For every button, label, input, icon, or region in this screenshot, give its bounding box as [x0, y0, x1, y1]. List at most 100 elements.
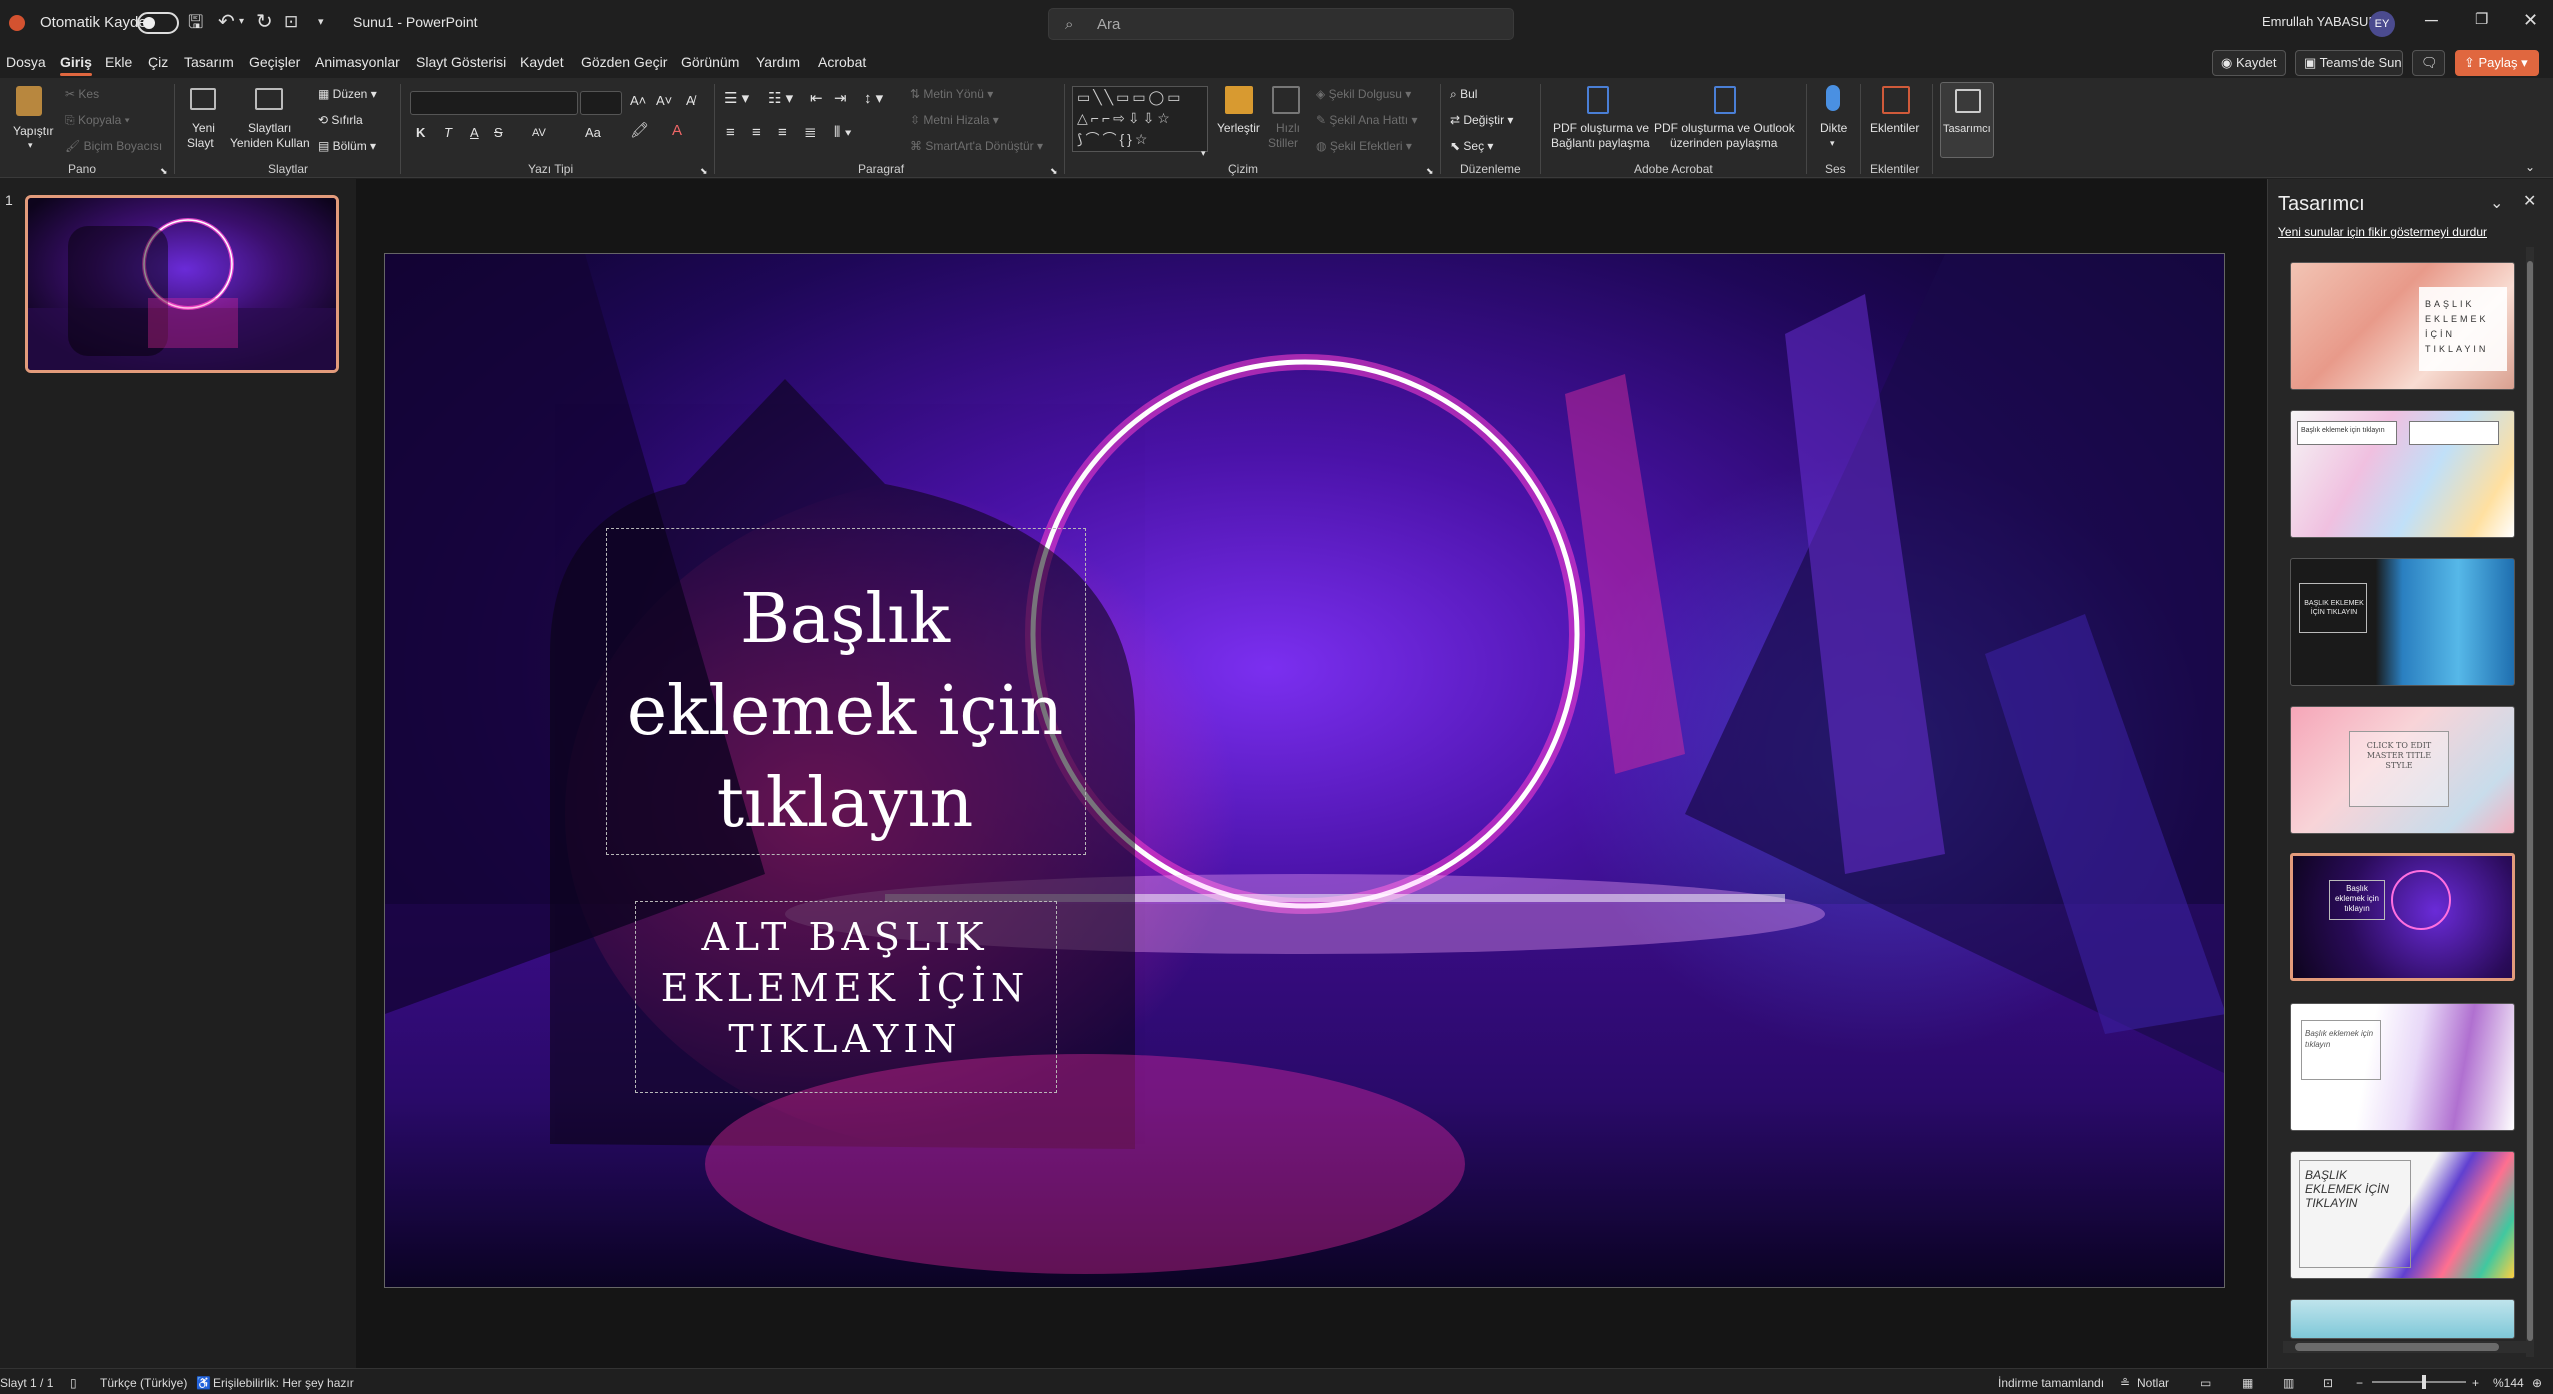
quick-styles-label-2[interactable]: Stiller [1268, 136, 1298, 150]
collapse-ribbon-icon[interactable]: ⌄ [2525, 160, 2535, 174]
slide-subtitle-placeholder[interactable]: ALT BAŞLIK EKLEMEK İÇİN TIKLAYIN [634, 900, 1056, 1092]
shapes-more-icon[interactable]: ▾ [1201, 146, 1206, 160]
zoom-slider-thumb[interactable] [2422, 1375, 2426, 1389]
tab-gecisler[interactable]: Geçişler [249, 54, 300, 70]
microphone-icon[interactable] [1826, 85, 1840, 111]
highlight-color-icon[interactable]: 🖍 [630, 123, 649, 138]
tab-dosya[interactable]: Dosya [6, 54, 46, 70]
paste-dropdown-icon[interactable]: ▾ [28, 138, 33, 152]
pdf-outlook-icon[interactable] [1714, 86, 1736, 114]
arrange-icon[interactable] [1225, 86, 1253, 114]
design-idea-6[interactable]: Başlık eklemek için tıklayın [2290, 1003, 2515, 1131]
share-button[interactable]: ⇪ Paylaş ▾ [2455, 50, 2539, 76]
design-idea-3[interactable]: BAŞLIK EKLEMEK İÇİN TIKLAYIN [2290, 558, 2515, 686]
align-text-button[interactable]: ⇳ Metni Hizala ▾ [910, 113, 999, 127]
quick-styles-icon[interactable] [1272, 86, 1300, 114]
designer-scrollbar[interactable] [2526, 247, 2534, 1357]
spell-check-icon[interactable]: ▯ [70, 1376, 77, 1390]
design-idea-2[interactable]: Başlık eklemek için tıklayın [2290, 410, 2515, 538]
customize-qat-icon[interactable]: ▾ [318, 11, 324, 33]
designer-button[interactable]: Tasarımcı [1940, 82, 1994, 158]
font-launcher-icon[interactable]: ⬊ [700, 164, 708, 178]
shrink-font-icon[interactable]: A˅ [656, 94, 672, 108]
font-name-dropdown[interactable] [410, 91, 578, 115]
design-idea-8[interactable] [2290, 1299, 2515, 1339]
normal-view-icon[interactable]: ▭ [2200, 1376, 2211, 1390]
notes-icon[interactable]: ≗ [2120, 1376, 2130, 1390]
shape-effects-button[interactable]: ◍ Şekil Efektleri ▾ [1316, 139, 1412, 153]
shape-fill-button[interactable]: ◈ Şekil Dolgusu ▾ [1316, 87, 1411, 101]
paste-label[interactable]: Yapıştır [13, 124, 53, 138]
zoom-in-icon[interactable]: + [2472, 1376, 2479, 1390]
section-button[interactable]: ▤ Bölüm ▾ [318, 139, 376, 153]
layout-button[interactable]: ▦ Düzen ▾ [318, 87, 377, 101]
grow-font-icon[interactable]: A˄ [630, 94, 646, 108]
bold-button[interactable]: K [416, 126, 425, 140]
design-idea-7[interactable]: BAŞLIK EKLEMEK İÇİN TIKLAYIN [2290, 1151, 2515, 1279]
accessibility-status[interactable]: Erişilebilirlik: Her şey hazır [213, 1376, 354, 1390]
design-idea-1[interactable]: BAŞLIK EKLEMEK İÇİN TIKLAYIN [2290, 262, 2515, 390]
record-button[interactable]: ◉ Kaydet [2212, 50, 2286, 76]
clear-formatting-icon[interactable]: A̸ [686, 94, 695, 108]
slide-title-placeholder[interactable]: Başlık eklemek için tıklayın [605, 527, 1085, 854]
underline-button[interactable]: A [470, 126, 479, 140]
tab-gorunum[interactable]: Görünüm [681, 54, 739, 70]
text-direction-button[interactable]: ⇅ Metin Yönü ▾ [910, 87, 993, 101]
increase-indent-icon[interactable]: ⇥ [834, 91, 847, 106]
designer-hscrollbar[interactable] [2283, 1341, 2528, 1353]
italic-button[interactable]: T [444, 126, 452, 140]
zoom-out-icon[interactable]: − [2356, 1376, 2363, 1390]
find-button[interactable]: ⌕ Bul [1450, 87, 1477, 101]
bullets-icon[interactable]: ☰ ▾ [724, 91, 749, 106]
addins-icon[interactable] [1882, 86, 1910, 114]
tab-acrobat[interactable]: Acrobat [818, 54, 866, 70]
tab-gozden-gecir[interactable]: Gözden Geçir [581, 54, 667, 70]
justify-icon[interactable]: ≣ [804, 125, 817, 140]
designer-scrollbar-thumb[interactable] [2527, 261, 2533, 1341]
tab-kaydet[interactable]: Kaydet [520, 54, 564, 70]
present-icon[interactable]: ⊡ [284, 11, 298, 33]
new-slide-icon[interactable] [190, 88, 216, 110]
minimize-icon[interactable]: ─ [2425, 10, 2438, 31]
slide-thumbnail[interactable] [25, 195, 339, 373]
font-size-dropdown[interactable] [580, 91, 622, 115]
slide-sorter-icon[interactable]: ▦ [2242, 1376, 2253, 1390]
convert-smartart-button[interactable]: ⌘ SmartArt'a Dönüştür ▾ [910, 139, 1043, 153]
arrange-label[interactable]: Yerleştir [1217, 121, 1260, 135]
align-center-icon[interactable]: ≡ [752, 125, 761, 140]
shapes-gallery[interactable]: ▭╲╲▭▭◯▭ △⌐⌐⇨⇩⇩☆ ⟆⌒⌒{}☆ [1072, 86, 1208, 152]
reuse-slides-icon[interactable] [255, 88, 283, 110]
undo-dropdown-icon[interactable]: ▾ [239, 11, 244, 33]
align-right-icon[interactable]: ≡ [778, 125, 787, 140]
reset-button[interactable]: ⟲ Sıfırla [318, 113, 363, 127]
reading-view-icon[interactable]: ▥ [2283, 1376, 2294, 1390]
teams-present-button[interactable]: ▣ Teams'de Sun [2295, 50, 2403, 76]
new-slide-label-2[interactable]: Slayt [187, 136, 214, 150]
pdf-outlook-label[interactable]: PDF oluşturma ve Outlook [1654, 121, 1795, 135]
dictate-label[interactable]: Dikte [1820, 121, 1847, 135]
fit-to-window-icon[interactable]: ⊕ [2532, 1376, 2542, 1390]
select-button[interactable]: ⬉ Seç ▾ [1450, 139, 1493, 153]
tab-animasyonlar[interactable]: Animasyonlar [315, 54, 400, 70]
design-idea-5-selected[interactable]: Başlık eklemek için tıklayın [2290, 853, 2515, 981]
change-case-button[interactable]: Aa [585, 126, 601, 140]
char-spacing-button[interactable]: AV [532, 126, 546, 140]
shape-outline-button[interactable]: ✎ Şekil Ana Hattı ▾ [1316, 113, 1417, 127]
save-icon[interactable]: 🖫 [188, 11, 203, 33]
stop-ideas-link[interactable]: Yeni sunular için fikir göstermeyi durdu… [2278, 225, 2487, 239]
font-color-icon[interactable]: A [672, 123, 682, 138]
reuse-slides-label-2[interactable]: Yeniden Kullan [230, 136, 310, 150]
designer-options-icon[interactable]: ⌄ [2490, 193, 2503, 213]
accessibility-icon[interactable]: ♿ [196, 1376, 211, 1390]
slideshow-icon[interactable]: ⊡ [2323, 1376, 2333, 1390]
tab-tasarim[interactable]: Tasarım [184, 54, 234, 70]
reuse-slides-label[interactable]: Slaytları [248, 121, 291, 135]
tab-yardim[interactable]: Yardım [756, 54, 800, 70]
paragraph-launcher-icon[interactable]: ⬊ [1050, 164, 1058, 178]
tab-slayt-gosterisi[interactable]: Slayt Gösterisi [416, 54, 506, 70]
redo-icon[interactable]: ↻ [256, 11, 273, 33]
designer-close-icon[interactable]: ✕ [2523, 191, 2536, 211]
tab-ekle[interactable]: Ekle [105, 54, 132, 70]
replace-button[interactable]: ⇄ Değiştir ▾ [1450, 113, 1513, 127]
autosave-toggle[interactable] [137, 12, 179, 34]
